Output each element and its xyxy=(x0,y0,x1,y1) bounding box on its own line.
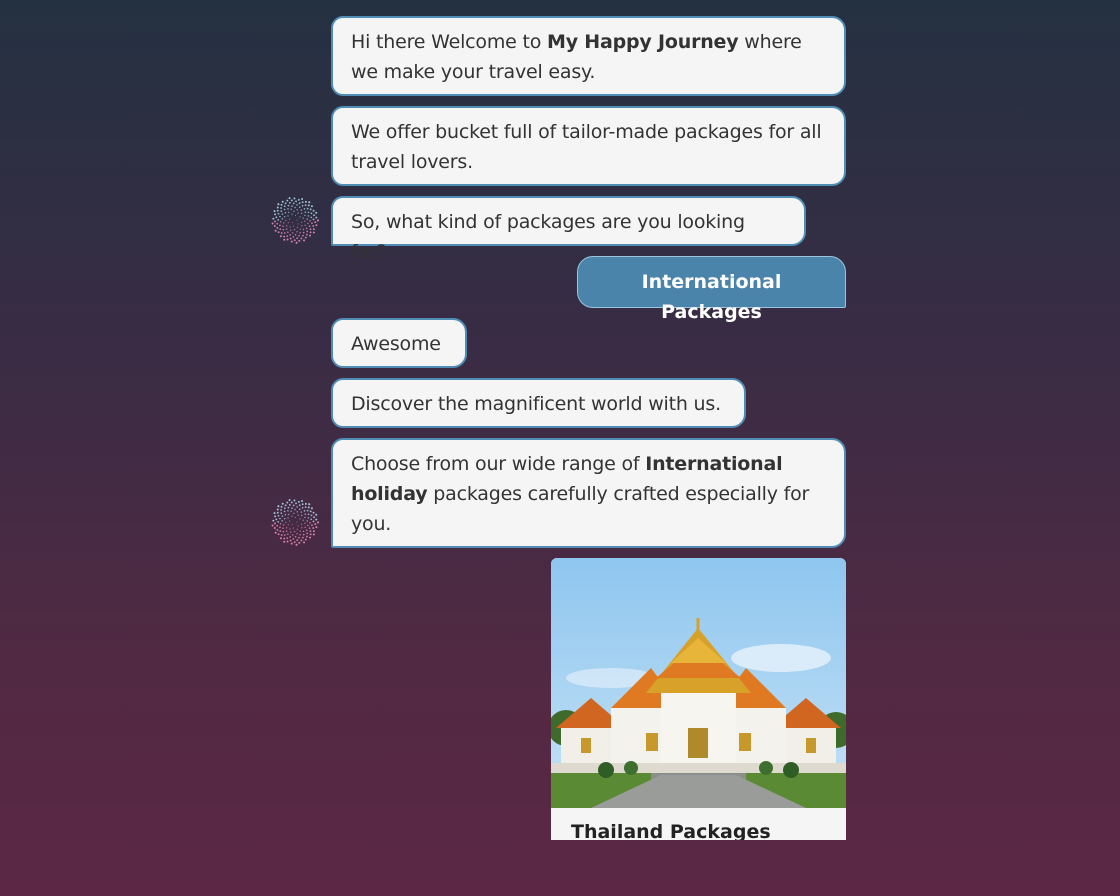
message-text: Hi there Welcome to xyxy=(351,31,547,53)
message-text: Awesome xyxy=(351,333,441,355)
message-text: Choose from our wide range of xyxy=(351,453,646,475)
message-text: Discover the magnificent world with us. xyxy=(351,393,721,415)
bot-avatar-icon xyxy=(271,197,319,244)
message-text: We offer bucket full of tailor-made pack… xyxy=(351,121,822,173)
bot-message-choose: Choose from our wide range of Internatio… xyxy=(331,438,846,548)
bot-message-discover: Discover the magnificent world with us. xyxy=(331,378,746,428)
bot-message-welcome: Hi there Welcome to My Happy Journey whe… xyxy=(331,16,846,96)
user-reply-bubble: International Packages xyxy=(577,256,846,323)
bot-message-awesome: Awesome xyxy=(331,318,467,368)
brand-name: My Happy Journey xyxy=(546,31,739,53)
bot-message-question: So, what kind of packages are you lookin… xyxy=(331,196,806,263)
bot-message-offer: We offer bucket full of tailor-made pack… xyxy=(331,106,846,186)
card-title: Thailand Packages xyxy=(571,821,771,840)
package-card[interactable]: Thailand Packages xyxy=(551,558,846,840)
message-text: International Packages xyxy=(641,271,782,323)
thai-temple-image xyxy=(551,558,846,808)
chat-transcript: Hi there Welcome to My Happy Journey whe… xyxy=(0,0,1120,840)
bot-avatar-icon xyxy=(271,499,319,546)
